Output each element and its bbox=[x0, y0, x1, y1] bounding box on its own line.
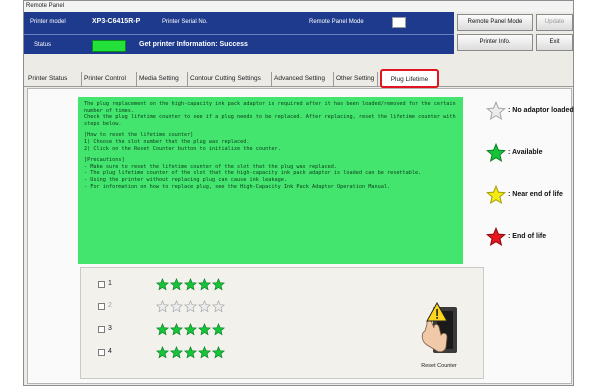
star-icon bbox=[211, 345, 226, 359]
slot-checkbox[interactable] bbox=[98, 349, 105, 356]
star-icon bbox=[169, 322, 184, 336]
remote-panel-mode-label: Remote Panel Mode bbox=[309, 19, 364, 25]
plug-lifetime-panel: The plug replacement on the high-capacit… bbox=[27, 88, 574, 384]
printer-info-button[interactable]: Printer Info. bbox=[457, 34, 533, 51]
instructions-box: The plug replacement on the high-capacit… bbox=[78, 97, 463, 264]
star-icon bbox=[197, 277, 212, 291]
star-icon bbox=[155, 277, 170, 291]
star-icon bbox=[211, 277, 226, 291]
reset-hand-warning-icon bbox=[421, 301, 457, 353]
slot-stars bbox=[155, 299, 226, 318]
window-title: Remote Panel bbox=[24, 1, 573, 12]
slot-checkbox[interactable] bbox=[98, 326, 105, 333]
howto-step-2: 2) Click on the Reset Counter button to … bbox=[84, 145, 281, 152]
precaution-1: - Make sure to reset the lifetime counte… bbox=[84, 163, 337, 170]
star-icon bbox=[155, 299, 170, 313]
instructions-intro: The plug replacement on the high-capacit… bbox=[84, 101, 456, 127]
legend-label: : Near end of life bbox=[508, 191, 563, 198]
precaution-2: - The plug lifetime counter of the slot … bbox=[84, 170, 422, 177]
star-icon bbox=[197, 322, 212, 336]
star-icon bbox=[169, 299, 184, 313]
legend-label: : No adaptor loaded bbox=[508, 107, 574, 114]
star-icon bbox=[155, 322, 170, 336]
star-icon bbox=[169, 345, 184, 359]
howto-title: [How to reset the lifetime counter] bbox=[84, 132, 194, 139]
printer-model-label: Printer model bbox=[30, 19, 66, 25]
tab-printer-status[interactable]: Printer Status bbox=[28, 72, 82, 87]
tab-plug-lifetime[interactable]: Plug Lifetime bbox=[380, 69, 439, 88]
tab-contour-cutting-settings[interactable]: Contour Cutting Settings bbox=[190, 72, 272, 87]
tab-media-setting[interactable]: Media Setting bbox=[139, 72, 188, 87]
remote-panel-mode-button[interactable]: Remote Panel Mode bbox=[457, 14, 533, 31]
printer-header: Printer model XP3-C6415R-P Printer Seria… bbox=[24, 12, 454, 54]
tab-bar: Printer Status Printer Control Media Set… bbox=[24, 69, 573, 88]
printer-model-value: XP3-C6415R-P bbox=[92, 18, 141, 25]
star-icon bbox=[486, 143, 506, 163]
star-icon bbox=[169, 277, 184, 291]
star-icon bbox=[197, 299, 212, 313]
star-icon bbox=[183, 322, 198, 336]
slot-stars bbox=[155, 277, 226, 296]
precaution-4: - For information on how to replace plug… bbox=[84, 183, 391, 190]
slot-checkbox[interactable] bbox=[98, 303, 105, 310]
reset-counter-button[interactable] bbox=[411, 301, 465, 359]
star-icon bbox=[197, 345, 212, 359]
slot-number: 1 bbox=[108, 280, 112, 287]
star-icon bbox=[211, 322, 226, 336]
slot-stars bbox=[155, 345, 226, 364]
star-icon bbox=[155, 345, 170, 359]
tab-printer-control[interactable]: Printer Control bbox=[84, 72, 137, 87]
slot-number: 2 bbox=[108, 302, 112, 309]
remote-panel-window: Remote Panel Printer model XP3-C6415R-P … bbox=[23, 0, 574, 386]
precautions-title: [Precautions] bbox=[84, 157, 125, 164]
star-icon bbox=[486, 227, 506, 247]
slot-checkbox[interactable] bbox=[98, 281, 105, 288]
legend-label: : End of life bbox=[508, 233, 547, 240]
printer-serial-label: Printer Serial No. bbox=[162, 19, 208, 25]
update-button[interactable]: Update bbox=[536, 14, 573, 31]
status-indicator bbox=[92, 40, 126, 52]
tab-advanced-setting[interactable]: Advanced Setting bbox=[274, 72, 334, 87]
star-icon bbox=[183, 345, 198, 359]
exit-button[interactable]: Exit bbox=[536, 34, 573, 51]
legend-label: : Available bbox=[508, 149, 543, 156]
remote-panel-mode-checkbox[interactable] bbox=[392, 17, 406, 28]
star-icon bbox=[211, 299, 226, 313]
slot-number: 4 bbox=[108, 348, 112, 355]
tab-other-setting[interactable]: Other Setting bbox=[336, 72, 378, 87]
star-icon bbox=[183, 277, 198, 291]
precaution-3: - Using the printer without replacing pl… bbox=[84, 176, 288, 183]
reset-counter-label: Reset Counter bbox=[421, 363, 457, 369]
star-icon bbox=[183, 299, 198, 313]
star-icon bbox=[486, 101, 506, 121]
star-icon bbox=[486, 185, 506, 205]
howto-step-1: 1) Choose the slot number that the plug … bbox=[84, 138, 250, 145]
slot-stars bbox=[155, 322, 226, 341]
status-label: Status bbox=[34, 42, 52, 48]
slot-number: 3 bbox=[108, 325, 112, 332]
status-message: Get printer Information: Success bbox=[139, 41, 248, 48]
